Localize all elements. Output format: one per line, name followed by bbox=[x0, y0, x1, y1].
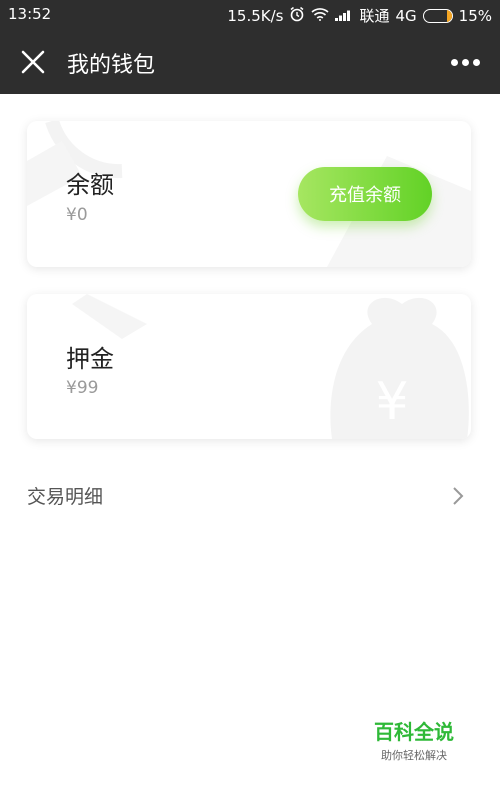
deposit-card: ¥ 押金 ¥99 bbox=[27, 294, 471, 439]
signal-icon bbox=[335, 7, 353, 25]
balance-amount: ¥0 bbox=[66, 205, 88, 225]
transaction-details-label: 交易明细 bbox=[27, 486, 104, 508]
watermark-logo: 百科全说 助你轻松解决 bbox=[364, 716, 464, 763]
watermark-title: 百科全说 bbox=[374, 720, 454, 744]
dot-icon bbox=[461, 58, 469, 66]
network-type: 4G bbox=[395, 6, 417, 25]
more-options-button[interactable] bbox=[448, 52, 482, 72]
carrier-name: 联通 bbox=[359, 7, 390, 25]
watermark-subtitle: 助你轻松解决 bbox=[381, 749, 447, 762]
title-bar: 我的钱包 bbox=[0, 30, 500, 94]
deposit-label: 押金 bbox=[66, 345, 114, 373]
status-time: 13:52 bbox=[8, 5, 52, 23]
close-button[interactable] bbox=[20, 49, 46, 75]
chevron-right-icon bbox=[453, 487, 464, 505]
page-title: 我的钱包 bbox=[67, 53, 156, 78]
recharge-button[interactable]: 充值余额 bbox=[298, 167, 432, 221]
status-indicators: 15.5K/s 联通 4G 15% bbox=[227, 5, 492, 26]
wifi-icon bbox=[311, 7, 330, 25]
battery-percent: 15% bbox=[458, 6, 492, 25]
dot-icon bbox=[450, 58, 458, 66]
close-icon bbox=[21, 50, 45, 74]
transaction-details-row[interactable]: 交易明细 bbox=[0, 468, 500, 522]
network-speed: 15.5K/s bbox=[227, 6, 284, 25]
balance-card: 余额 ¥0 充值余额 bbox=[27, 121, 471, 267]
alarm-icon bbox=[289, 6, 305, 26]
dot-icon bbox=[472, 58, 480, 66]
deposit-amount: ¥99 bbox=[66, 378, 99, 398]
svg-text:¥: ¥ bbox=[375, 372, 408, 432]
status-bar: 13:52 15.5K/s 联通 4G 15% bbox=[0, 0, 500, 30]
balance-label: 余额 bbox=[66, 171, 114, 199]
wallet-content: 余额 ¥0 充值余额 ¥ 押金 ¥99 交易明细 百科全说 助你轻松解决 bbox=[0, 94, 500, 790]
battery-icon bbox=[422, 8, 453, 23]
